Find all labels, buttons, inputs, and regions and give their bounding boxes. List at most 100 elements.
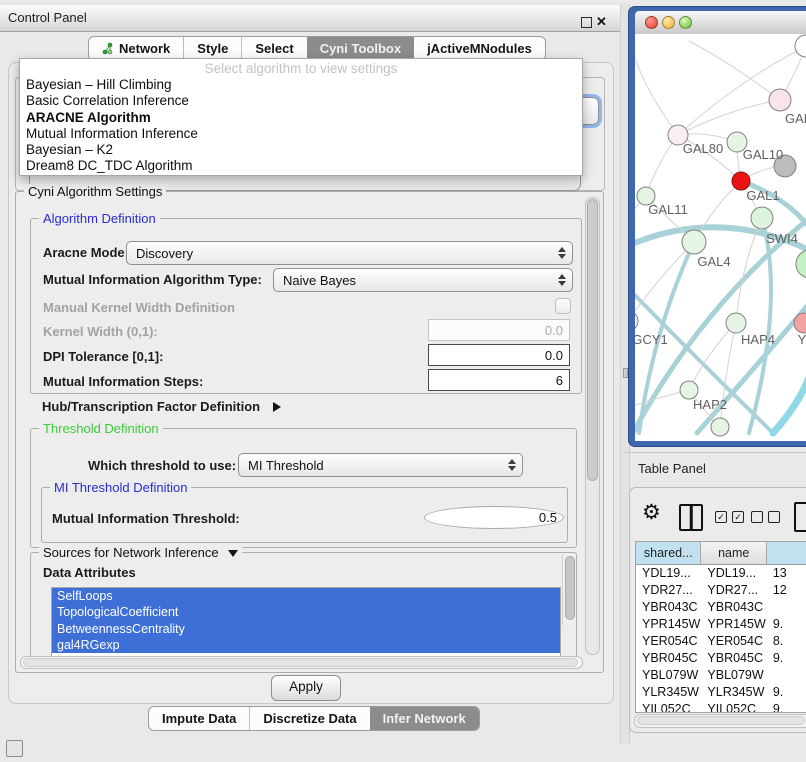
algorithm-option-bayesian-k2[interactable]: Bayesian – K2 [20, 142, 582, 158]
table-row[interactable]: YDL19...YDL19...13 [636, 565, 806, 582]
attribute-item-selfloops[interactable]: SelfLoops [52, 588, 560, 604]
table-row[interactable]: YLR345WYLR345W9. [636, 684, 806, 701]
sources-group-title[interactable]: Sources for Network Inference [39, 545, 242, 560]
network-window-titlebar[interactable] [635, 11, 806, 35]
node-swi4-big[interactable] [796, 250, 806, 278]
float-panel-icon[interactable] [581, 17, 592, 28]
manual-kernel-checkbox[interactable] [555, 298, 571, 314]
mi-steps-label: Mutual Information Steps: [43, 374, 203, 389]
network-graph: GALGAL80GAL10GAL1GAL11SWI4GAL4GCY1HAP4YH… [635, 34, 806, 441]
table-row[interactable]: YBR043CYBR043C [636, 599, 806, 616]
attribute-item-betweennesscentrality[interactable]: BetweennessCentrality [52, 621, 560, 637]
stepper-arrows-icon [508, 459, 516, 471]
tab-network[interactable]: Network [89, 37, 183, 60]
data-attributes-list[interactable]: SelfLoopsTopologicalCoefficientBetweenne… [51, 587, 561, 658]
which-threshold-value: MI Threshold [248, 458, 324, 473]
column-header-col2[interactable] [767, 542, 806, 564]
select-all-icon[interactable]: ✓✓ [715, 511, 744, 523]
kernel-width-label: Kernel Width (0,1): [43, 324, 158, 339]
node-label-hap4: HAP4 [741, 332, 775, 347]
table-row[interactable]: YBL079WYBL079W [636, 667, 806, 684]
mi-steps-input[interactable] [428, 369, 570, 391]
dpi-tolerance-input[interactable] [428, 344, 570, 366]
settings-horizontal-scrollbar[interactable] [20, 656, 583, 669]
table-row[interactable]: YBR045CYBR045C9. [636, 650, 806, 667]
control-panel-title: Control Panel [8, 5, 87, 31]
tab-infer-network[interactable]: Infer Network [370, 707, 479, 730]
collapsed-arrow-icon [273, 402, 281, 412]
tab-impute-data[interactable]: Impute Data [149, 707, 249, 730]
columns-icon[interactable] [679, 504, 703, 531]
close-panel-icon[interactable]: ✕ [596, 9, 607, 35]
gear-icon[interactable]: ⚙ [642, 501, 661, 525]
tab-jactivemnodules[interactable]: jActiveMNodules [414, 37, 545, 60]
settings-vertical-scrollbar[interactable] [585, 197, 600, 655]
node-label-gal80: GAL80 [683, 141, 723, 156]
node-top[interactable] [795, 35, 806, 57]
cyni-bottom-tabbar: Impute DataDiscretize DataInfer Network [148, 706, 480, 731]
mi-threshold-label: Mutual Information Threshold: [52, 511, 240, 526]
network-edge [636, 61, 678, 135]
apply-button[interactable]: Apply [271, 675, 341, 701]
node-label-swi4: SWI4 [766, 231, 798, 246]
tab-style[interactable]: Style [183, 37, 241, 60]
attribute-item-gal4rgexp[interactable]: gal4RGexp [52, 637, 560, 653]
cyni-algorithm-settings-group: Cyni Algorithm Settings Algorithm Defini… [15, 191, 604, 673]
table-cell: YLR345W [636, 684, 701, 701]
node-hap4[interactable] [726, 313, 746, 333]
table-cell: 13 [767, 565, 806, 582]
zoom-window-icon[interactable] [679, 16, 692, 29]
close-window-icon[interactable] [645, 16, 658, 29]
node-gcy1[interactable] [635, 311, 638, 331]
tab-select[interactable]: Select [241, 37, 306, 60]
table-cell: 9. [767, 616, 806, 633]
hub-definition-toggle[interactable]: Hub/Transcription Factor Definition [42, 398, 281, 416]
column-header-name[interactable]: name [701, 542, 766, 564]
table-cell: YLR345W [701, 684, 766, 701]
node-gal4[interactable] [682, 230, 706, 254]
minimize-window-icon[interactable] [662, 16, 675, 29]
table-row[interactable]: YIL052CYIL052C9. [636, 701, 806, 713]
table-cell: 12 [767, 582, 806, 599]
algorithm-option-dream8-dc-tdc-algorithm[interactable]: Dream8 DC_TDC Algorithm [20, 158, 582, 174]
network-icon [102, 42, 114, 55]
collapsed-panel-icon[interactable] [6, 740, 23, 757]
table-cell: YER054C [701, 633, 766, 650]
node-swi4-small[interactable] [751, 207, 773, 229]
kernel-width-input[interactable] [428, 319, 570, 341]
algorithm-option-basic-correlation-inference[interactable]: Basic Correlation Inference [20, 93, 582, 109]
attributes-scrollbar[interactable] [562, 554, 575, 625]
node-attribute-table[interactable]: shared...name YDL19...YDL19...13YDR27...… [635, 541, 806, 713]
column-header-shared[interactable]: shared... [636, 542, 701, 564]
attribute-item-topologicalcoefficient[interactable]: TopologicalCoefficient [52, 604, 560, 620]
mi-type-select[interactable]: Naive Bayes [273, 268, 573, 292]
tab-discretize-data[interactable]: Discretize Data [249, 707, 369, 730]
node-label-gal1: GAL1 [746, 188, 779, 203]
aracne-mode-select[interactable]: Discovery [126, 241, 573, 265]
document-icon[interactable] [794, 502, 806, 532]
tab-label: Style [197, 37, 228, 60]
mi-threshold-input[interactable] [424, 506, 564, 529]
network-canvas[interactable]: GALGAL80GAL10GAL1GAL11SWI4GAL4GCY1HAP4YH… [635, 34, 806, 441]
sources-title-text: Sources for Network Inference [43, 545, 219, 560]
table-row[interactable]: YDR27...YDR27...12 [636, 582, 806, 599]
which-threshold-select[interactable]: MI Threshold [238, 453, 523, 477]
algorithm-option-mutual-information-inference[interactable]: Mutual Information Inference [20, 126, 582, 142]
table-cell: 9. [767, 701, 806, 713]
node-gal-pink[interactable] [769, 89, 791, 111]
algorithm-option-aracne-algorithm[interactable]: ARACNE Algorithm [20, 110, 582, 126]
table-row[interactable]: YPR145WYPR145W9. [636, 616, 806, 633]
table-cell: YDL19... [636, 565, 701, 582]
table-row[interactable]: YER054CYER054C8. [636, 633, 806, 650]
table-body: YDL19...YDL19...13YDR27...YDR27...12YBR0… [636, 565, 806, 713]
node-bottom[interactable] [711, 418, 729, 436]
node-label-gal10: GAL10 [743, 147, 783, 162]
splitter-handle[interactable] [623, 368, 628, 378]
network-edge [635, 242, 694, 321]
network-view-window[interactable]: GALGAL80GAL10GAL1GAL11SWI4GAL4GCY1HAP4YH… [628, 6, 806, 447]
table-horizontal-scrollbar[interactable] [634, 714, 806, 728]
deselect-all-icon[interactable] [751, 511, 780, 523]
algorithm-option-bayesian-hill-climbing[interactable]: Bayesian – Hill Climbing [20, 77, 582, 93]
tab-cyni-toolbox[interactable]: Cyni Toolbox [307, 37, 414, 60]
data-attributes-label: Data Attributes [43, 565, 136, 580]
